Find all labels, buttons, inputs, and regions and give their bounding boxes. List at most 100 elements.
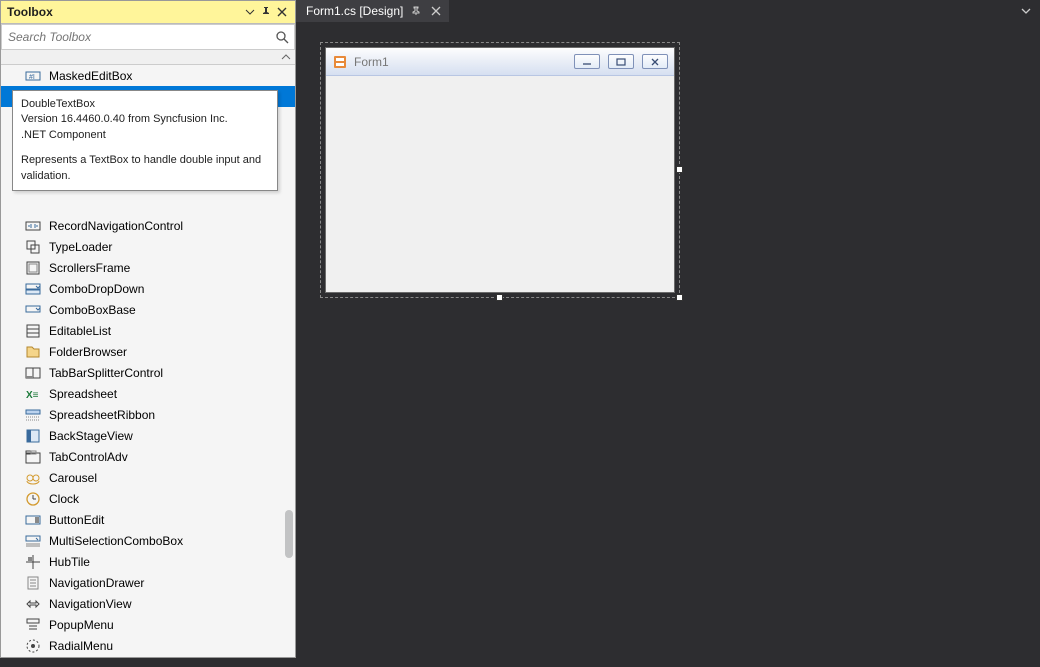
toolbox-item[interactable]: TypeLoader xyxy=(1,236,295,257)
toolbox-item-label: Spreadsheet xyxy=(49,387,117,401)
toolbox-item-icon xyxy=(25,491,41,507)
toolbox-item-icon xyxy=(25,596,41,612)
design-area: Form1.cs [Design] Form1 xyxy=(296,0,1040,667)
toolbox-item[interactable]: PopupMenu xyxy=(1,614,295,635)
toolbox-item-icon xyxy=(25,407,41,423)
toolbox-item-label: TypeLoader xyxy=(49,240,112,254)
tab-pin-icon[interactable] xyxy=(409,4,423,18)
toolbox-item[interactable]: HubTile xyxy=(1,551,295,572)
toolbox-item-icon xyxy=(25,449,41,465)
toolbox-item-icon xyxy=(25,428,41,444)
toolbox-item-icon: X≡ xyxy=(25,386,41,402)
toolbox-item-label: ComboDropDown xyxy=(49,282,144,296)
toolbox-item-label: ScrollersFrame xyxy=(49,261,130,275)
toolbox-item[interactable]: MultiSelectionComboBox xyxy=(1,530,295,551)
maximize-button[interactable] xyxy=(608,54,634,69)
toolbox-item[interactable]: RadialMenu xyxy=(1,635,295,656)
tooltip-description: Represents a TextBox to handle double in… xyxy=(21,153,269,184)
toolbox-item[interactable]: SpreadsheetRibbon xyxy=(1,404,295,425)
toolbox-item[interactable]: TabBarSplitterControl xyxy=(1,362,295,383)
form-body[interactable] xyxy=(326,76,674,292)
pin-icon[interactable] xyxy=(259,5,273,19)
toolbox-item[interactable]: X≡ Spreadsheet xyxy=(1,383,295,404)
toolbox-item[interactable]: EditableList xyxy=(1,320,295,341)
tab-strip-end xyxy=(450,0,1040,22)
toolbox-item-icon xyxy=(25,344,41,360)
toolbox-dropdown-icon[interactable] xyxy=(243,5,257,19)
toolbox-item[interactable]: NavigationDrawer xyxy=(1,572,295,593)
designer-canvas[interactable]: Form1 xyxy=(310,32,1030,657)
resize-handle-bottom-right[interactable] xyxy=(676,294,683,301)
close-icon[interactable] xyxy=(275,5,289,19)
toolbox-item[interactable]: ScrollersFrame xyxy=(1,257,295,278)
scroll-up-arrow[interactable] xyxy=(1,50,295,65)
toolbox-item-label: HubTile xyxy=(49,555,90,569)
toolbox-item-icon xyxy=(25,302,41,318)
tooltip: DoubleTextBox Version 16.4460.0.40 from … xyxy=(12,90,278,191)
form-close-button[interactable] xyxy=(642,54,668,69)
toolbox-panel: Toolbox #IMaskedEditBox1.1DoubleTextBoxR… xyxy=(0,0,296,658)
resize-handle-bottom[interactable] xyxy=(496,294,503,301)
toolbox-item-label: TabBarSplitterControl xyxy=(49,366,163,380)
toolbox-item-label: EditableList xyxy=(49,324,111,338)
toolbox-item-label: TabControlAdv xyxy=(49,450,128,464)
toolbox-item-icon xyxy=(25,554,41,570)
tab-strip: Form1.cs [Design] xyxy=(296,0,1040,22)
form-title: Form1 xyxy=(354,55,566,69)
toolbox-item-icon xyxy=(25,512,41,528)
tooltip-title: DoubleTextBox xyxy=(21,97,269,112)
tab-close-icon[interactable] xyxy=(429,4,443,18)
form-titlebar: Form1 xyxy=(326,48,674,76)
toolbox-item[interactable]: Clock xyxy=(1,488,295,509)
toolbox-item[interactable]: ComboBoxBase xyxy=(1,299,295,320)
tab-label: Form1.cs [Design] xyxy=(306,4,403,18)
svg-text:#I: #I xyxy=(29,74,35,81)
toolbox-item-icon xyxy=(25,239,41,255)
minimize-button[interactable] xyxy=(574,54,600,69)
toolbox-item-label: ComboBoxBase xyxy=(49,303,136,317)
toolbox-search-row xyxy=(1,24,295,50)
toolbox-item-label: Clock xyxy=(49,492,79,506)
toolbox-item-label: BackStageView xyxy=(49,429,133,443)
toolbox-item-icon xyxy=(25,365,41,381)
toolbox-item-icon xyxy=(25,260,41,276)
toolbox-item-icon: #I xyxy=(25,68,41,84)
toolbox-item-label: Carousel xyxy=(49,471,97,485)
toolbox-item-label: MultiSelectionComboBox xyxy=(49,534,183,548)
toolbox-item-icon xyxy=(25,575,41,591)
toolbox-item-icon xyxy=(25,281,41,297)
resize-handle-right[interactable] xyxy=(676,166,683,173)
form-window[interactable]: Form1 xyxy=(325,47,675,293)
tooltip-version: Version 16.4460.0.40 from Syncfusion Inc… xyxy=(21,112,269,127)
toolbox-item-label: RadialMenu xyxy=(49,639,113,653)
toolbox-item-icon xyxy=(25,323,41,339)
tab-form1-design[interactable]: Form1.cs [Design] xyxy=(296,0,450,22)
toolbox-item[interactable]: FolderBrowser xyxy=(1,341,295,362)
svg-text:X≡: X≡ xyxy=(26,390,39,401)
toolbox-item[interactable]: RadialSlider xyxy=(1,656,295,657)
tooltip-component: .NET Component xyxy=(21,128,269,143)
toolbox-item[interactable]: RecordNavigationControl xyxy=(1,215,295,236)
toolbox-item[interactable]: BackStageView xyxy=(1,425,295,446)
search-icon[interactable] xyxy=(270,25,294,49)
toolbox-item[interactable]: NavigationView xyxy=(1,593,295,614)
toolbox-item-label: SpreadsheetRibbon xyxy=(49,408,155,422)
toolbox-item[interactable]: TabControlAdv xyxy=(1,446,295,467)
toolbox-item-icon xyxy=(25,617,41,633)
toolbox-item[interactable]: Carousel xyxy=(1,467,295,488)
toolbox-item-label: ButtonEdit xyxy=(49,513,104,527)
toolbox-item[interactable]: ComboDropDown xyxy=(1,278,295,299)
toolbox-item[interactable]: ButtonEdit xyxy=(1,509,295,530)
tab-dropdown-icon[interactable] xyxy=(1018,3,1034,19)
toolbox-item-label: PopupMenu xyxy=(49,618,114,632)
form-selection-outline[interactable]: Form1 xyxy=(320,42,680,298)
toolbox-item-icon xyxy=(25,218,41,234)
toolbox-item-label: RecordNavigationControl xyxy=(49,219,183,233)
toolbox-item-label: NavigationDrawer xyxy=(49,576,144,590)
toolbox-item[interactable]: #IMaskedEditBox xyxy=(1,65,295,86)
toolbox-item-icon xyxy=(25,533,41,549)
search-input[interactable] xyxy=(2,26,270,48)
toolbox-header: Toolbox xyxy=(1,1,295,24)
toolbox-title: Toolbox xyxy=(7,5,53,19)
toolbox-item-icon xyxy=(25,470,41,486)
